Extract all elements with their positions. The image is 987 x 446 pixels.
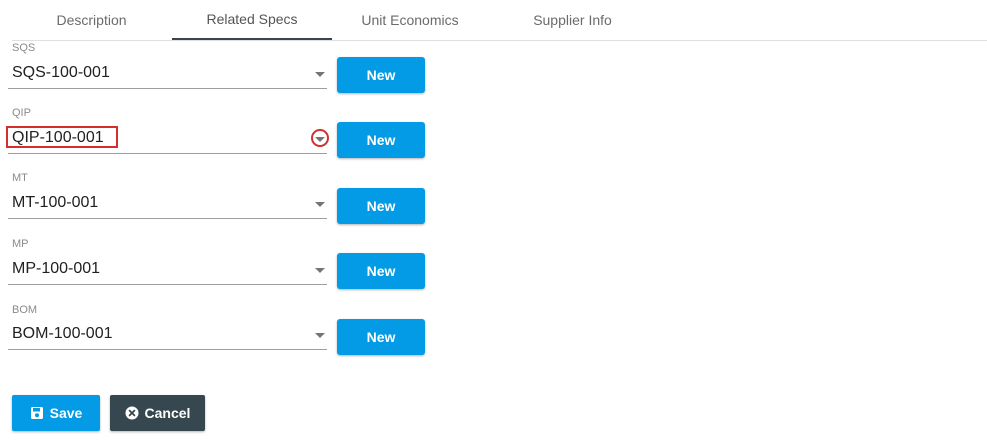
field-label: QIP bbox=[12, 107, 31, 119]
new-sqs-button[interactable]: New bbox=[337, 57, 425, 93]
select-value: MT-100-001 bbox=[12, 194, 99, 211]
field-label: BOM bbox=[12, 304, 38, 316]
field-label: MP bbox=[12, 238, 29, 250]
field-label: SQS bbox=[12, 42, 36, 54]
close-circle-icon bbox=[125, 406, 139, 420]
tab-description[interactable]: Description bbox=[20, 0, 163, 40]
field-mp: MP MP-100-001 New bbox=[0, 238, 987, 298]
tab-unit-economics[interactable]: Unit Economics bbox=[340, 0, 480, 40]
select-value: BOM-100-001 bbox=[12, 325, 113, 342]
cancel-label: Cancel bbox=[144, 405, 191, 421]
highlight-box bbox=[6, 126, 118, 148]
tab-bar: Description Related Specs Unit Economics… bbox=[0, 0, 987, 42]
highlight-circle bbox=[311, 129, 329, 147]
save-label: Save bbox=[49, 405, 83, 421]
tab-divider bbox=[12, 40, 987, 41]
new-qip-button[interactable]: New bbox=[337, 122, 425, 158]
cancel-button[interactable]: Cancel bbox=[110, 395, 205, 431]
sqs-select[interactable]: SQS-100-001 bbox=[8, 60, 327, 89]
field-sqs: SQS SQS-100-001 New bbox=[0, 42, 987, 102]
dropdown-arrow-icon[interactable] bbox=[315, 268, 325, 273]
new-mt-button[interactable]: New bbox=[337, 188, 425, 224]
select-value: SQS-100-001 bbox=[12, 64, 110, 81]
bom-select[interactable]: BOM-100-001 bbox=[8, 321, 327, 350]
dropdown-arrow-icon[interactable] bbox=[315, 202, 325, 207]
field-qip: QIP QIP-100-001 New bbox=[0, 107, 987, 167]
field-bom: BOM BOM-100-001 New bbox=[0, 304, 987, 364]
floppy-disk-icon bbox=[30, 406, 44, 420]
select-value: MP-100-001 bbox=[12, 260, 101, 277]
dropdown-arrow-icon[interactable] bbox=[315, 333, 325, 338]
save-button[interactable]: Save bbox=[12, 395, 100, 431]
field-mt: MT MT-100-001 New bbox=[0, 172, 987, 232]
tab-supplier-info[interactable]: Supplier Info bbox=[500, 0, 645, 40]
mp-select[interactable]: MP-100-001 bbox=[8, 256, 327, 285]
field-label: MT bbox=[12, 172, 28, 184]
tab-related-specs[interactable]: Related Specs bbox=[172, 0, 332, 40]
dropdown-arrow-icon[interactable] bbox=[315, 72, 325, 77]
qip-select[interactable]: QIP-100-001 bbox=[6, 125, 329, 154]
new-mp-button[interactable]: New bbox=[337, 253, 425, 289]
new-bom-button[interactable]: New bbox=[337, 319, 425, 355]
mt-select[interactable]: MT-100-001 bbox=[8, 190, 327, 219]
